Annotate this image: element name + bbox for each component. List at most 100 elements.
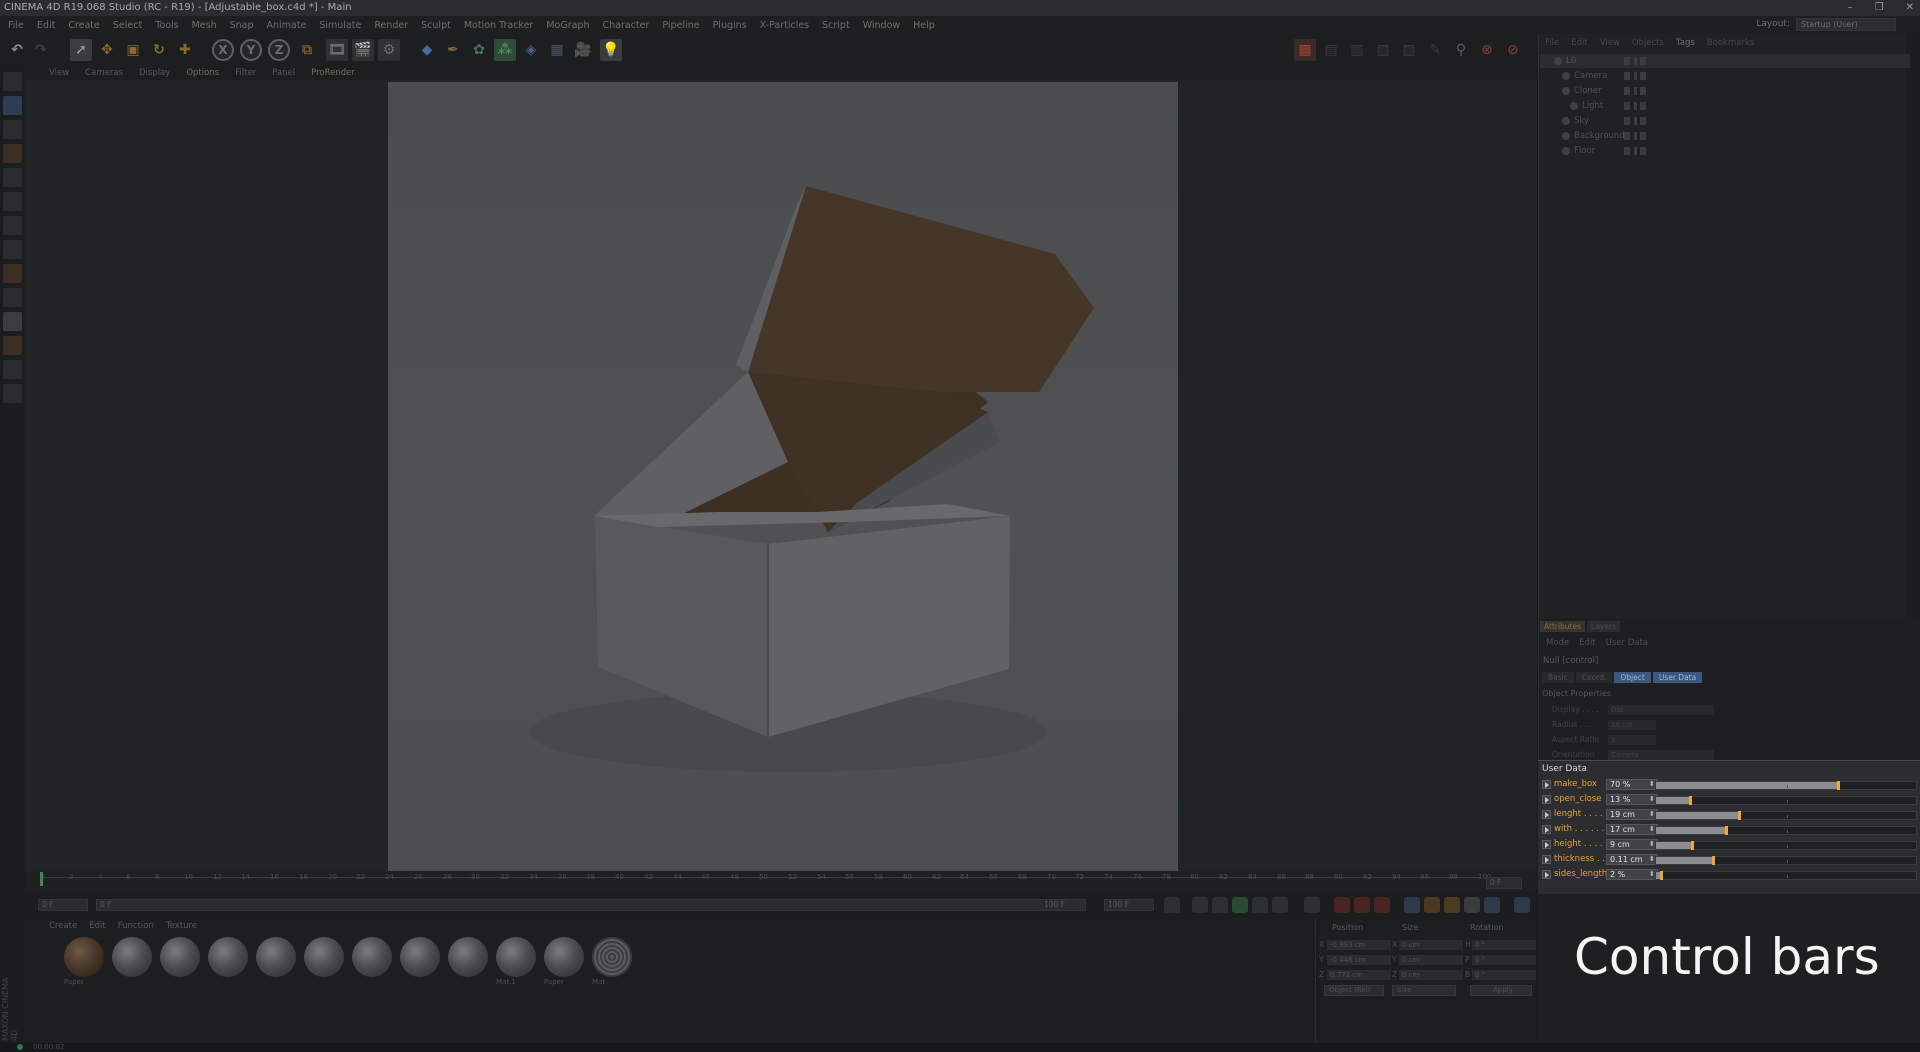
range-slider[interactable]: 0 F 100 F	[96, 899, 1086, 911]
enabled-check-icon[interactable]	[1640, 57, 1646, 65]
coord-size-dropdown[interactable]: Size	[1392, 985, 1456, 996]
viewport-tool-8-icon[interactable]: ⊘	[1502, 39, 1524, 61]
current-frame-field[interactable]: 0 F	[1486, 877, 1522, 889]
material-swatch[interactable]: Paper	[544, 937, 586, 989]
slider-handle[interactable]	[1660, 871, 1663, 880]
animate-toggle-icon[interactable]	[1542, 810, 1551, 819]
minimize-icon[interactable]: –	[1848, 0, 1853, 16]
menu-plugins[interactable]: Plugins	[713, 20, 747, 31]
menu-character[interactable]: Character	[602, 20, 649, 31]
menu-xparticles[interactable]: X-Particles	[760, 20, 810, 31]
animate-toggle-icon[interactable]	[1542, 825, 1551, 834]
material-swatch[interactable]	[400, 937, 442, 989]
om-menu-bookmarks[interactable]: Bookmarks	[1707, 38, 1755, 48]
close-icon[interactable]: ✕	[1906, 0, 1914, 16]
om-menu-tags[interactable]: Tags	[1676, 38, 1695, 48]
menu-motion-tracker[interactable]: Motion Tracker	[464, 20, 534, 31]
viewport-tool-2-icon[interactable]: ▥	[1346, 39, 1368, 61]
param-slider[interactable]	[1655, 841, 1917, 850]
sculpt-icon[interactable]	[3, 312, 22, 331]
layer-flag-icon[interactable]	[1624, 87, 1630, 95]
mat-menu-edit[interactable]: Edit	[89, 921, 105, 933]
snap-icon[interactable]	[3, 288, 22, 307]
am-menu-mode[interactable]: Mode	[1546, 638, 1569, 648]
layer-flag-icon[interactable]	[1624, 147, 1630, 155]
slider-handle[interactable]	[1712, 856, 1715, 865]
edges-mode-icon[interactable]	[3, 192, 22, 211]
locked-workplane-icon[interactable]	[3, 384, 22, 403]
tab-layers[interactable]: Layers	[1587, 621, 1620, 632]
key-position-icon[interactable]	[1404, 897, 1420, 913]
menu-file[interactable]: File	[8, 20, 24, 31]
menu-sculpt[interactable]: Sculpt	[421, 20, 451, 31]
floor-icon[interactable]: ▦	[546, 39, 568, 61]
param-slider[interactable]	[1655, 871, 1917, 880]
viewport-tool-6-icon[interactable]: ⚲	[1450, 39, 1472, 61]
coord-rotation-field[interactable]: 0 °	[1472, 940, 1536, 950]
start-frame-field[interactable]: 0 F	[38, 899, 88, 911]
visibility-dot-icon[interactable]	[1634, 102, 1637, 110]
object-row[interactable]: Cloner	[1540, 84, 1910, 98]
y-axis-toggle[interactable]: Y	[240, 39, 262, 61]
autokey-icon[interactable]	[1354, 897, 1370, 913]
menu-script[interactable]: Script	[822, 20, 850, 31]
material-swatch[interactable]: Paper	[64, 937, 106, 989]
menu-simulate[interactable]: Simulate	[319, 20, 361, 31]
render-view-area[interactable]	[388, 82, 1178, 871]
play-icon[interactable]	[1232, 897, 1248, 913]
param-slider[interactable]	[1655, 796, 1917, 805]
record-icon[interactable]	[1334, 897, 1350, 913]
viewport-tool-3-icon[interactable]: ▧	[1372, 39, 1394, 61]
value-spinner-icon[interactable]: ⬍	[1649, 855, 1655, 863]
prev-frame-icon[interactable]	[1212, 897, 1228, 913]
layer-flag-icon[interactable]	[1624, 102, 1630, 110]
z-axis-toggle[interactable]: Z	[268, 39, 290, 61]
menu-edit[interactable]: Edit	[37, 20, 55, 31]
vp-menu-cameras[interactable]: Cameras	[85, 68, 123, 78]
value-spinner-icon[interactable]: ⬍	[1649, 870, 1655, 878]
key-rotation-icon[interactable]	[1444, 897, 1460, 913]
subtab-user-data[interactable]: User Data	[1652, 672, 1703, 683]
material-swatch[interactable]	[352, 937, 394, 989]
material-swatch[interactable]: Mat.1	[496, 937, 538, 989]
visibility-dot-icon[interactable]	[1634, 117, 1637, 125]
material-swatch[interactable]	[448, 937, 490, 989]
material-swatch[interactable]: Mat	[592, 937, 634, 989]
menu-animate[interactable]: Animate	[267, 20, 307, 31]
object-property-field[interactable]: 1	[1608, 735, 1656, 745]
visibility-dot-icon[interactable]	[1634, 147, 1637, 155]
cube-primitive-icon[interactable]: ◆	[416, 39, 438, 61]
om-menu-file[interactable]: File	[1545, 38, 1559, 48]
material-swatch[interactable]	[208, 937, 250, 989]
material-swatch[interactable]	[112, 937, 154, 989]
prev-key-icon[interactable]	[1192, 897, 1208, 913]
menu-window[interactable]: Window	[863, 20, 900, 31]
tweak-icon[interactable]	[3, 264, 22, 283]
menu-snap[interactable]: Snap	[230, 20, 254, 31]
param-slider[interactable]	[1655, 811, 1917, 820]
playhead-marker[interactable]	[40, 872, 43, 886]
texture-mode-icon[interactable]	[3, 120, 22, 139]
param-slider[interactable]	[1655, 826, 1917, 835]
menu-render[interactable]: Render	[374, 20, 408, 31]
vp-menu-view[interactable]: View	[49, 68, 69, 78]
vp-menu-filter[interactable]: Filter	[235, 68, 256, 78]
key-parameter-icon[interactable]	[1464, 897, 1480, 913]
am-menu-user-data[interactable]: User Data	[1606, 638, 1648, 648]
end-frame-field[interactable]: 100 F	[1104, 899, 1154, 911]
mat-menu-function[interactable]: Function	[118, 921, 154, 933]
coord-size-field[interactable]: 0 cm	[1399, 955, 1463, 965]
subtab-basic[interactable]: Basic	[1542, 672, 1574, 683]
viewport-tool-1-icon[interactable]: ▤	[1320, 39, 1342, 61]
object-row[interactable]: Background	[1540, 129, 1910, 143]
om-menu-objects[interactable]: Objects	[1632, 38, 1664, 48]
tab-attributes[interactable]: Attributes	[1540, 621, 1586, 632]
points-mode-icon[interactable]	[3, 168, 22, 187]
vp-menu-prorender[interactable]: ProRender	[311, 68, 355, 78]
object-property-field[interactable]: Camera	[1608, 750, 1714, 760]
apply-button[interactable]: Apply	[1470, 985, 1532, 996]
value-spinner-icon[interactable]: ⬍	[1649, 825, 1655, 833]
param-slider[interactable]	[1655, 781, 1917, 790]
subtab-object[interactable]: Object	[1614, 672, 1651, 683]
value-spinner-icon[interactable]: ⬍	[1649, 795, 1655, 803]
